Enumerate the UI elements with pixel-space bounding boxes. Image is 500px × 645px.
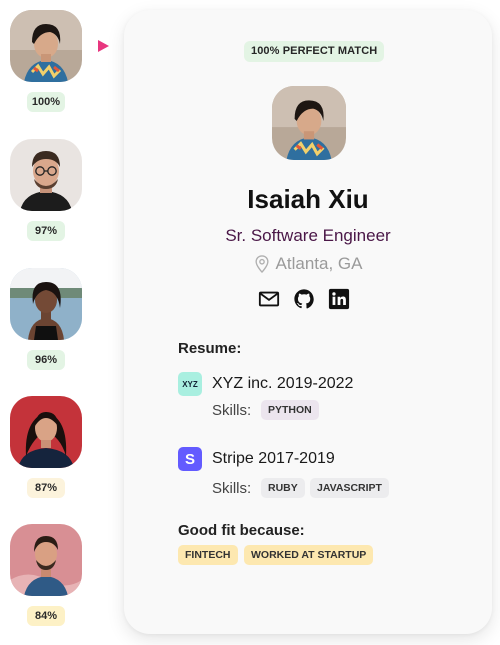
match-percent-badge: 96% [27,350,65,370]
skill-tag-python: PYTHON [261,400,319,420]
skills-label: Skills: [212,480,252,497]
skill-tag-ruby: RUBY [261,478,305,498]
xyz-logo-text: XYZ [182,379,198,389]
mail-icon[interactable] [258,288,280,310]
candidate-location: Atlanta, GA [124,254,492,274]
candidate-card-1[interactable]: 100% [10,10,82,112]
good-fit-heading: Good fit because: [178,522,305,539]
candidate-card-5[interactable]: 84% [10,524,82,626]
fit-tag-worked-at-startup: WORKED AT STARTUP [244,545,374,565]
match-percent-badge: 87% [27,478,65,498]
candidate-profile-card: 100% PERFECT MATCH Isaiah Xiu Sr. Softwa… [124,10,492,634]
github-icon[interactable] [293,288,315,310]
candidate-avatar [10,268,82,340]
selected-indicator-icon [98,40,109,52]
match-percent-badge: 84% [27,606,65,626]
job-title-stripe: Stripe 2017-2019 [212,450,335,467]
linkedin-icon[interactable] [328,288,350,310]
location-pin-icon [255,255,269,273]
candidate-card-4[interactable]: 87% [10,396,82,498]
stripe-logo-text: S [184,450,195,468]
profile-avatar [272,86,346,160]
xyz-logo-icon: XYZ [178,372,202,396]
job-title-xyz: XYZ inc. 2019-2022 [212,375,354,392]
candidate-avatar [10,10,82,82]
candidate-name: Isaiah Xiu [247,184,369,214]
candidate-role: Sr. Software Engineer [225,226,391,245]
social-links [258,288,350,310]
match-percent-badge: 97% [27,221,65,241]
skill-tag-javascript: JAVASCRIPT [310,478,389,498]
candidate-avatar [10,396,82,468]
skills-label: Skills: [212,402,252,419]
candidate-avatar [10,524,82,596]
candidate-card-3[interactable]: 96% [10,268,82,370]
resume-heading: Resume: [178,340,242,357]
candidate-avatar [10,139,82,211]
stripe-logo-icon: S [178,447,202,471]
perfect-match-badge: 100% PERFECT MATCH [244,41,385,62]
location-text: Atlanta, GA [275,254,363,273]
candidate-card-2[interactable]: 97% [10,139,82,241]
match-percent-badge: 100% [27,92,65,112]
fit-tag-fintech: FINTECH [178,545,238,565]
